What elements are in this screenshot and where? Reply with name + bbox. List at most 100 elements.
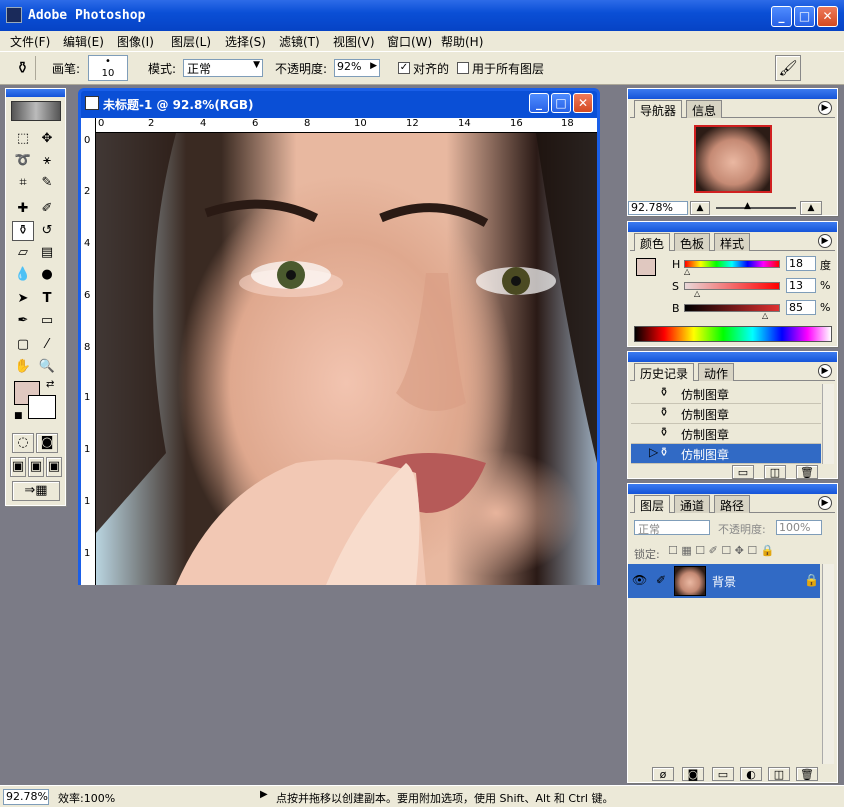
tab-layers[interactable]: 图层 — [634, 495, 671, 513]
default-colors-icon[interactable]: ■ — [14, 411, 23, 421]
clone-stamp-tool-icon[interactable]: ⚱ — [12, 221, 34, 241]
screen-mode-full-menu-icon[interactable]: ▣ — [28, 457, 44, 477]
status-menu-arrow-icon[interactable]: ▶ — [260, 789, 268, 800]
lasso-tool-icon[interactable]: ➰ — [12, 151, 34, 171]
blend-mode-select[interactable]: 正常 — [634, 520, 710, 536]
panel-menu-icon[interactable]: ▶ — [818, 496, 832, 510]
crop-tool-icon[interactable]: ⌗ — [12, 173, 34, 193]
panel-menu-icon[interactable]: ▶ — [818, 101, 832, 115]
hue-slider-thumb[interactable]: △ — [684, 267, 690, 276]
navigator-zoom-input[interactable]: 92.78% — [628, 201, 688, 215]
slice-tool-icon[interactable]: ✎ — [36, 173, 58, 193]
zoom-tool-icon[interactable]: 🔍 — [36, 357, 58, 377]
layer-style-icon[interactable]: ø — [652, 767, 674, 781]
hand-tool-icon[interactable]: ✋ — [12, 357, 34, 377]
rectangle-tool-icon[interactable]: ▭ — [36, 311, 58, 331]
history-item-selected[interactable]: ▷ ⚱ 仿制图章 — [631, 444, 821, 464]
path-selection-tool-icon[interactable]: ➤ — [12, 289, 34, 309]
brush-tool-icon[interactable]: ✐ — [36, 199, 58, 219]
menu-layer[interactable]: 图层(L) — [171, 33, 211, 50]
brightness-slider-thumb[interactable]: △ — [762, 311, 768, 320]
history-item[interactable]: ⚱ 仿制图章 — [631, 424, 821, 444]
new-layer-icon[interactable]: ◫ — [768, 767, 790, 781]
mode-select[interactable]: 正常 ▼ — [183, 59, 263, 77]
tab-color[interactable]: 颜色 — [634, 233, 671, 251]
tab-channels[interactable]: 通道 — [674, 495, 711, 513]
eraser-tool-icon[interactable]: ▱ — [12, 243, 34, 263]
tab-actions[interactable]: 动作 — [698, 363, 735, 381]
brushes-palette-icon[interactable]: 🖌 — [775, 55, 801, 81]
healing-brush-tool-icon[interactable]: ✚ — [12, 199, 34, 219]
history-item[interactable]: ⚱ 仿制图章 — [631, 384, 821, 404]
tab-swatches[interactable]: 色板 — [674, 233, 711, 251]
doc-close-button[interactable]: ✕ — [573, 93, 593, 113]
aligned-checkbox[interactable]: ✓ — [398, 62, 410, 74]
screen-mode-full-icon[interactable]: ▣ — [46, 457, 62, 477]
delete-layer-icon[interactable]: 🗑 — [796, 767, 818, 781]
new-layer-set-icon[interactable]: ▭ — [712, 767, 734, 781]
new-document-from-state-icon[interactable]: ▭ — [732, 465, 754, 479]
menu-file[interactable]: 文件(F) — [10, 33, 50, 50]
marquee-tool-icon[interactable]: ⬚ — [12, 129, 34, 149]
eyedropper-tool-icon[interactable]: ⁄ — [36, 335, 58, 355]
hue-slider[interactable] — [684, 260, 780, 268]
history-brush-tool-icon[interactable]: ↺ — [36, 221, 58, 241]
history-item[interactable]: ⚱ 仿制图章 — [631, 404, 821, 424]
all-layers-checkbox[interactable] — [457, 62, 469, 74]
navigator-thumbnail[interactable] — [694, 125, 772, 193]
eye-icon[interactable]: 👁 — [632, 573, 647, 587]
history-scrollbar[interactable] — [822, 384, 834, 464]
type-tool-icon[interactable]: T — [36, 289, 58, 309]
close-button[interactable]: ✕ — [817, 6, 838, 27]
adjustment-layer-icon[interactable]: ◐ — [740, 767, 762, 781]
screen-mode-standard-icon[interactable]: ▣ — [10, 457, 26, 477]
layer-row-background[interactable]: 👁 ✐ 背景 🔒 — [628, 564, 820, 598]
doc-minimize-button[interactable]: _ — [529, 93, 549, 113]
background-color-swatch[interactable] — [28, 395, 56, 419]
move-tool-icon[interactable]: ✥ — [36, 129, 58, 149]
magic-wand-tool-icon[interactable]: ⚹ — [36, 151, 58, 171]
brush-picker[interactable]: • 10 — [88, 55, 128, 81]
menu-image[interactable]: 图像(I) — [117, 33, 154, 50]
tab-history[interactable]: 历史记录 — [634, 363, 695, 381]
layer-opacity-input[interactable]: 100% — [776, 520, 822, 535]
tab-paths[interactable]: 路径 — [714, 495, 751, 513]
hue-input[interactable]: 18 — [786, 256, 816, 271]
pen-tool-icon[interactable]: ✒ — [12, 311, 34, 331]
adobe-logo-icon[interactable] — [11, 101, 61, 121]
menu-window[interactable]: 窗口(W) — [387, 33, 432, 50]
layer-mask-icon[interactable]: ◙ — [682, 767, 704, 781]
swap-colors-icon[interactable]: ⇄ — [46, 379, 54, 390]
blur-tool-icon[interactable]: 💧 — [12, 265, 34, 285]
opacity-input[interactable]: 92% ▶ — [334, 59, 380, 77]
dodge-tool-icon[interactable]: ● — [36, 265, 58, 285]
status-zoom-input[interactable]: 92.78% — [3, 789, 49, 805]
menu-view[interactable]: 视图(V) — [333, 33, 375, 50]
zoom-in-icon[interactable]: ▲ — [800, 201, 822, 215]
zoom-out-icon[interactable]: ▲ — [690, 201, 710, 215]
menu-filter[interactable]: 滤镜(T) — [279, 33, 320, 50]
tab-styles[interactable]: 样式 — [714, 233, 751, 251]
image-canvas[interactable] — [96, 133, 597, 585]
brush-link-icon[interactable]: ✐ — [656, 573, 666, 587]
delete-state-icon[interactable]: 🗑 — [796, 465, 818, 479]
menu-edit[interactable]: 编辑(E) — [63, 33, 104, 50]
quick-mask-mode-icon[interactable]: ◙ — [36, 433, 58, 453]
color-ramp[interactable] — [634, 326, 832, 342]
saturation-slider-thumb[interactable]: △ — [694, 289, 700, 298]
panel-menu-icon[interactable]: ▶ — [818, 364, 832, 378]
standard-mode-icon[interactable]: ◌ — [12, 433, 34, 453]
doc-maximize-button[interactable]: □ — [551, 93, 571, 113]
minimize-button[interactable]: _ — [771, 6, 792, 27]
clone-stamp-tool-icon[interactable]: ⚱ — [10, 56, 36, 80]
tab-navigator[interactable]: 导航器 — [634, 100, 683, 118]
panel-menu-icon[interactable]: ▶ — [818, 234, 832, 248]
zoom-slider-track[interactable] — [716, 207, 796, 209]
brightness-input[interactable]: 85 — [786, 300, 816, 315]
menu-select[interactable]: 选择(S) — [225, 33, 266, 50]
color-foreground-swatch[interactable] — [636, 258, 656, 276]
saturation-input[interactable]: 13 — [786, 278, 816, 293]
tab-info[interactable]: 信息 — [686, 100, 723, 118]
layers-scrollbar[interactable] — [822, 564, 834, 764]
lock-options-icons[interactable]: ☐ ▦ ☐ ✐ ☐ ✥ ☐ 🔒 — [668, 544, 774, 557]
